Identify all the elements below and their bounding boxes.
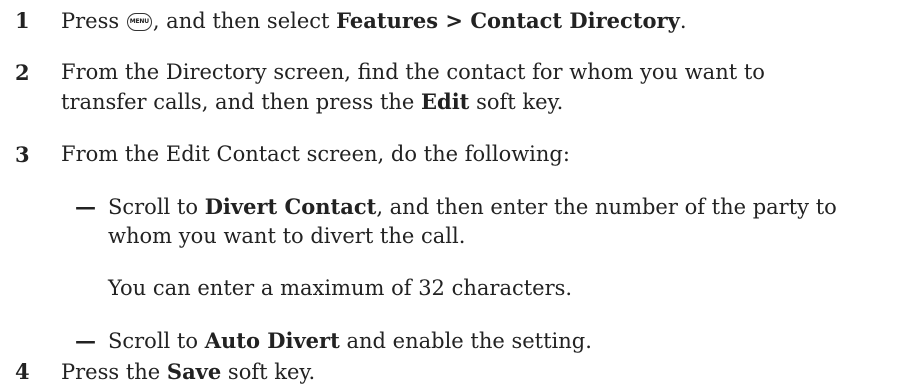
- step-text: From the Directory screen, find the cont…: [61, 60, 765, 114]
- step-number: 1: [15, 8, 30, 33]
- step-number: 2: [15, 60, 30, 85]
- note-max-characters: You can enter a maximum of 32 characters…: [108, 276, 573, 300]
- step-number: 4: [15, 359, 30, 384]
- step-text: Press MENU, and then select Features > C…: [61, 8, 687, 33]
- step-text: Press the Save soft key.: [61, 359, 316, 384]
- step-text: From the Edit Contact screen, do the fol…: [61, 142, 570, 166]
- substep-text: Scroll to Auto Divert and enable the set…: [108, 328, 592, 353]
- dash-bullet: —: [75, 194, 96, 219]
- step-number: 3: [15, 142, 30, 167]
- menu-key-icon: MENU: [126, 13, 152, 31]
- substep-text: Scroll to Divert Contact, and then enter…: [108, 194, 837, 248]
- dash-bullet: —: [75, 328, 96, 353]
